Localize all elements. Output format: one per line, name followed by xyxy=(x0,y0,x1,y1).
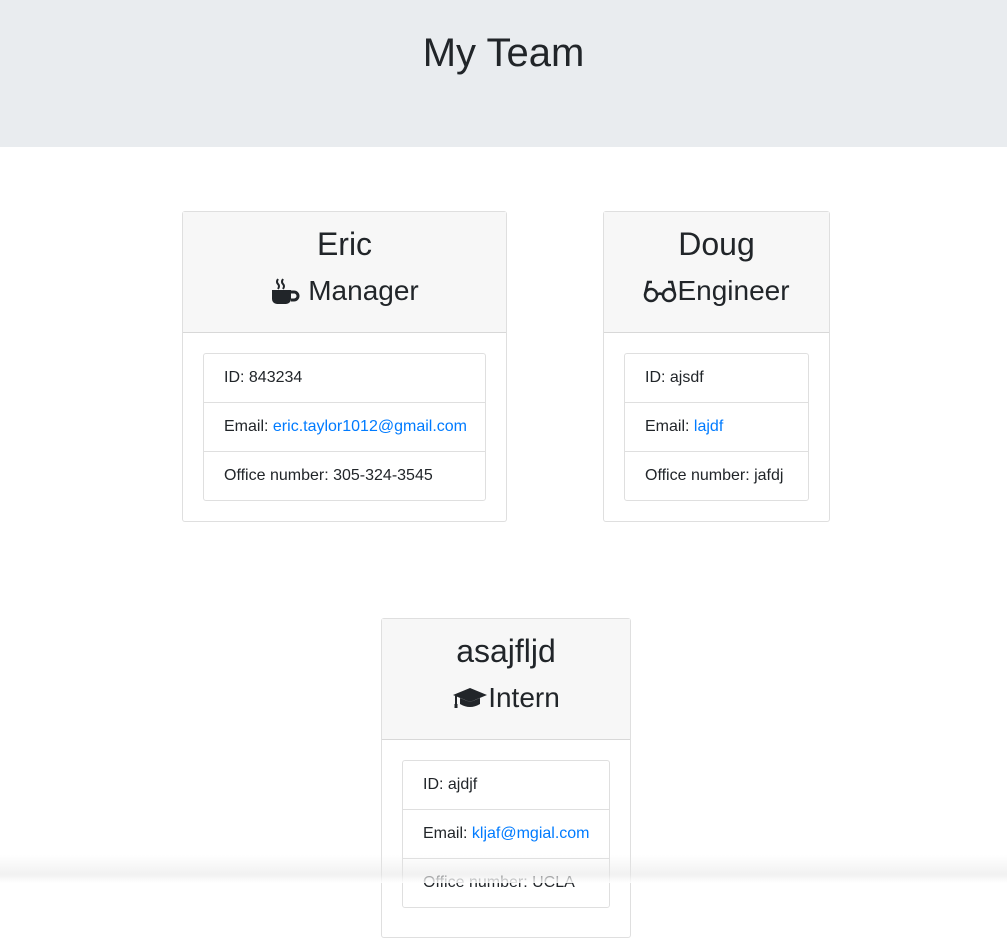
employee-name: Eric xyxy=(316,226,373,262)
school-row: Office number: UCLA xyxy=(403,859,609,907)
email-row: Email: kljaf@mgial.com xyxy=(403,810,609,859)
email-link[interactable]: eric.taylor1012@gmail.com xyxy=(273,418,467,435)
email-link[interactable]: lajdf xyxy=(694,418,723,435)
employee-name: asajfljd xyxy=(456,633,556,669)
page-title: My Team xyxy=(422,31,585,75)
email-row: Email: eric.taylor1012@gmail.com xyxy=(204,403,485,452)
id-value: ajsdf xyxy=(669,369,704,386)
graduation-cap-icon xyxy=(452,685,488,711)
card-header: Doug Engineer xyxy=(604,212,829,333)
employee-card-engineer: Doug Engineer ID: ajsdf Email: lajdf Off… xyxy=(603,211,830,522)
role-label: Manager xyxy=(308,275,419,306)
email-link[interactable]: kljaf@mgial.com xyxy=(472,825,590,842)
employee-name: Doug xyxy=(678,226,755,262)
details-list: ID: ajsdf Email: lajdf Office number: ja… xyxy=(624,353,809,501)
id-label: ID: xyxy=(224,369,249,386)
office-value: jafdj xyxy=(754,467,784,484)
card-body: ID: ajsdf Email: lajdf Office number: ja… xyxy=(604,333,829,521)
coffee-mug-icon xyxy=(270,276,300,306)
id-value: ajdjf xyxy=(447,776,478,793)
office-value: 305-324-3545 xyxy=(333,467,433,484)
role-label: Intern xyxy=(488,682,560,713)
id-row: ID: ajdjf xyxy=(403,761,609,810)
office-label: Office number: xyxy=(645,467,755,484)
email-label: Email: xyxy=(645,418,694,435)
header-banner: My Team xyxy=(0,0,1007,147)
details-list: ID: 843234 Email: eric.taylor1012@gmail.… xyxy=(203,353,486,501)
card-header: asajfljd Intern xyxy=(382,619,630,740)
card-body: ID: ajdjf Email: kljaf@mgial.com Office … xyxy=(382,740,630,928)
email-label: Email: xyxy=(423,825,472,842)
employee-role: Manager xyxy=(183,274,506,308)
github-row: Office number: jafdj xyxy=(625,452,808,500)
employee-card-intern: asajfljd Intern ID: ajdjf Email: kljaf@m… xyxy=(381,618,631,938)
employee-card-manager: Eric Manager ID: 843234 Email: eric.tayl… xyxy=(182,211,507,522)
office-label: Office number: xyxy=(224,467,334,484)
id-label: ID: xyxy=(645,369,670,386)
id-row: ID: ajsdf xyxy=(625,354,808,403)
card-header: Eric Manager xyxy=(183,212,506,333)
email-row: Email: lajdf xyxy=(625,403,808,452)
glasses-icon xyxy=(643,278,677,304)
id-row: ID: 843234 xyxy=(204,354,485,403)
id-value: 843234 xyxy=(248,369,303,386)
email-label: Email: xyxy=(224,418,273,435)
id-label: ID: xyxy=(423,776,448,793)
role-label: Engineer xyxy=(677,275,790,306)
details-list: ID: ajdjf Email: kljaf@mgial.com Office … xyxy=(402,760,610,908)
office-row: Office number: 305-324-3545 xyxy=(204,452,485,500)
employee-role: Engineer xyxy=(604,274,829,308)
employee-role: Intern xyxy=(382,681,630,715)
card-body: ID: 843234 Email: eric.taylor1012@gmail.… xyxy=(183,333,506,521)
